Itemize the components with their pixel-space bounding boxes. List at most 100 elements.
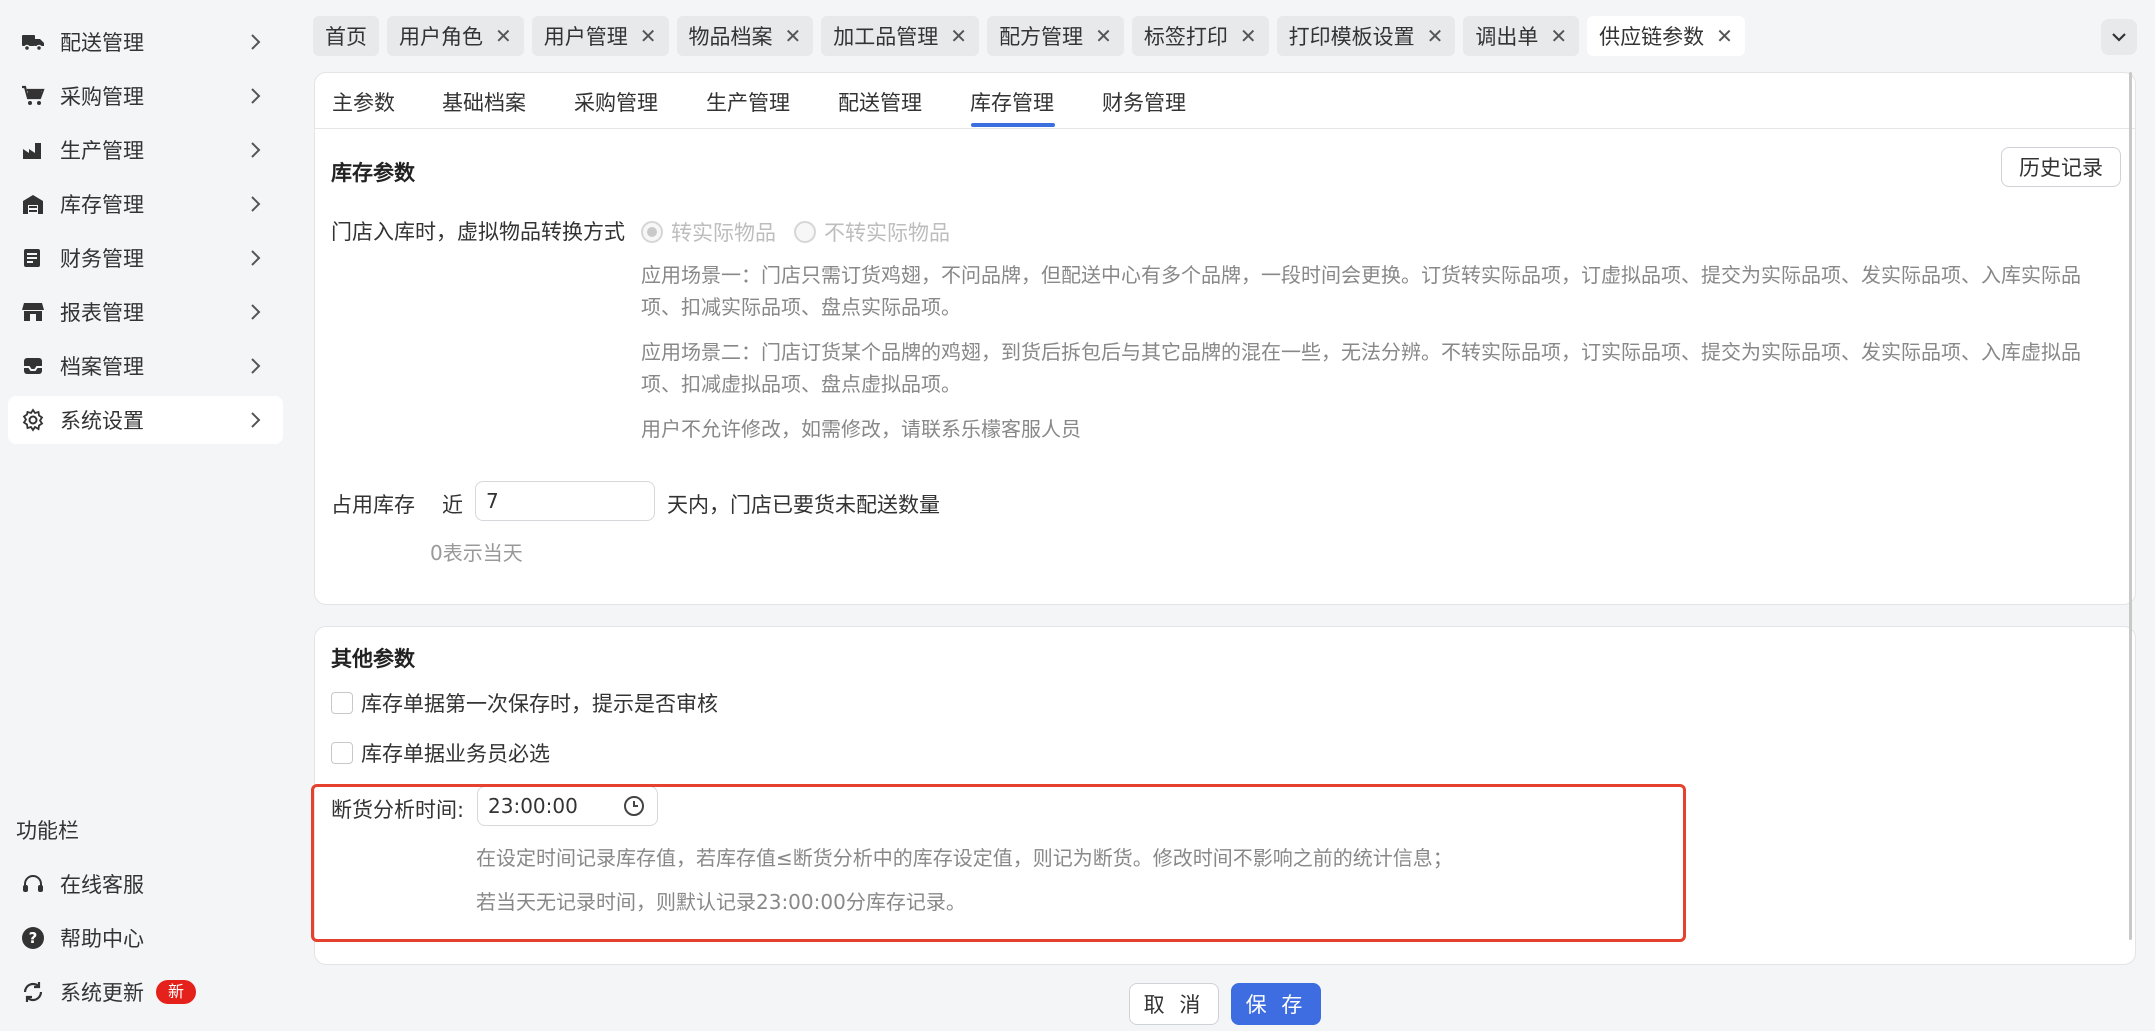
- occupied-stock-label: 占用库存: [331, 493, 415, 517]
- close-icon[interactable]: ✕: [640, 24, 657, 48]
- close-icon[interactable]: ✕: [785, 24, 802, 48]
- tab-supply-chain-params[interactable]: 供应链参数 ✕: [1587, 16, 1745, 56]
- chevron-right-icon: [251, 412, 261, 428]
- chevron-right-icon: [251, 142, 261, 158]
- scrollbar-thumb[interactable]: [2128, 72, 2134, 942]
- close-icon[interactable]: ✕: [1240, 24, 1257, 48]
- tab-label: 用户角色: [399, 25, 483, 49]
- inventory-params-panel: 主参数 基础档案 采购管理 生产管理 配送管理 库存管理 财务管理 库存参数 历…: [314, 72, 2136, 605]
- sidebar-item-label: 财务管理: [60, 247, 144, 271]
- modify-restriction-note: 用户不允许修改，如需修改，请联系乐檬客服人员: [641, 417, 1081, 441]
- close-icon[interactable]: ✕: [495, 24, 512, 48]
- tab-label: 供应链参数: [1599, 25, 1705, 49]
- subtab-basic-archive[interactable]: 基础档案: [442, 87, 526, 127]
- close-icon[interactable]: ✕: [1095, 24, 1112, 48]
- chevron-right-icon: [251, 250, 261, 266]
- subtab-main[interactable]: 主参数: [332, 87, 395, 127]
- radio-no-convert-label: 不转实际物品: [824, 221, 950, 245]
- subtab-production[interactable]: 生产管理: [706, 87, 790, 127]
- sidebar-item-production[interactable]: 生产管理: [8, 126, 283, 174]
- tab-user-management[interactable]: 用户管理 ✕: [531, 16, 669, 56]
- radio-convert-actual-label: 转实际物品: [671, 221, 776, 245]
- chevron-right-icon: [251, 34, 261, 50]
- headset-icon: [20, 871, 46, 897]
- sidebar-item-inventory[interactable]: 库存管理: [8, 180, 283, 228]
- subtab-delivery[interactable]: 配送管理: [838, 87, 922, 127]
- salesman-required-checkbox-row[interactable]: 库存单据业务员必选: [331, 738, 550, 768]
- chevron-right-icon: [251, 358, 261, 374]
- confirm-review-checkbox[interactable]: [331, 692, 353, 714]
- refresh-icon: [20, 979, 46, 1005]
- close-icon[interactable]: ✕: [1427, 24, 1444, 48]
- online-service-label: 在线客服: [60, 873, 144, 897]
- system-update-label: 系统更新: [60, 981, 144, 1005]
- help-center-label: 帮助中心: [60, 927, 144, 951]
- help-center-link[interactable]: ? 帮助中心: [8, 914, 283, 962]
- radio-no-convert[interactable]: [794, 221, 816, 243]
- sidebar-item-label: 档案管理: [60, 355, 144, 379]
- convert-mode-radio-group: 转实际物品 不转实际物品: [641, 217, 950, 247]
- scrollbar[interactable]: [2128, 72, 2134, 942]
- close-icon[interactable]: ✕: [1550, 24, 1567, 48]
- tab-label: 配方管理: [999, 25, 1084, 49]
- radio-convert-actual[interactable]: [641, 221, 663, 243]
- sidebar-item-delivery[interactable]: 配送管理: [8, 18, 283, 66]
- system-update-link[interactable]: 系统更新 新: [8, 968, 283, 1016]
- tab-label-print[interactable]: 标签打印 ✕: [1131, 16, 1269, 56]
- tab-item-archive[interactable]: 物品档案 ✕: [676, 16, 814, 56]
- sidebar-item-label: 配送管理: [60, 31, 144, 55]
- tab-recipe-management[interactable]: 配方管理 ✕: [987, 16, 1124, 56]
- tab-transfer-out[interactable]: 调出单 ✕: [1463, 16, 1580, 56]
- function-bar-title: 功能栏: [16, 819, 79, 843]
- sidebar-item-label: 系统设置: [60, 409, 144, 433]
- page-tabs: 首页 用户角色 ✕ 用户管理 ✕ 物品档案 ✕ 加工品管理 ✕ 配方管理 ✕ 标签打印 ✕ …: [313, 16, 1745, 56]
- section-title-inventory: 库存参数: [331, 161, 415, 185]
- tab-label: 首页: [325, 25, 367, 49]
- sidebar-item-label: 报表管理: [60, 301, 144, 325]
- close-icon[interactable]: ✕: [1716, 24, 1733, 48]
- save-button[interactable]: 保 存: [1231, 983, 1321, 1025]
- confirm-review-label: 库存单据第一次保存时，提示是否审核: [361, 692, 718, 716]
- tab-home[interactable]: 首页: [313, 16, 379, 56]
- inbox-icon: [20, 353, 46, 379]
- tab-label: 物品档案: [688, 25, 773, 49]
- salesman-required-checkbox[interactable]: [331, 742, 353, 764]
- tab-print-template[interactable]: 打印模板设置 ✕: [1276, 16, 1456, 56]
- occupied-stock-suffix: 天内，门店已要货未配送数量: [667, 493, 940, 517]
- subtab-inventory[interactable]: 库存管理: [970, 87, 1054, 127]
- gear-icon: [20, 407, 46, 433]
- factory-icon: [20, 137, 46, 163]
- sidebar-item-archive[interactable]: 档案管理: [8, 342, 283, 390]
- sidebar-item-purchase[interactable]: 采购管理: [8, 72, 283, 120]
- chevron-right-icon: [251, 88, 261, 104]
- truck-icon: [20, 29, 46, 55]
- history-button[interactable]: 历史记录: [2001, 147, 2121, 187]
- online-service-link[interactable]: 在线客服: [8, 860, 283, 908]
- sidebar-item-finance[interactable]: 财务管理: [8, 234, 283, 282]
- tab-label: 标签打印: [1143, 25, 1228, 49]
- subtab-finance[interactable]: 财务管理: [1102, 87, 1186, 127]
- subtab-purchase[interactable]: 采购管理: [574, 87, 658, 127]
- cancel-button[interactable]: 取 消: [1129, 983, 1219, 1025]
- sidebar-item-label: 生产管理: [60, 139, 144, 163]
- tabs-dropdown-button[interactable]: [2101, 19, 2137, 55]
- tab-label: 打印模板设置: [1288, 25, 1415, 49]
- sidebar-item-report[interactable]: 报表管理: [8, 288, 283, 336]
- warehouse-icon: [20, 191, 46, 217]
- occupied-days-hint: 0表示当天: [430, 541, 523, 565]
- tab-processed-goods[interactable]: 加工品管理 ✕: [821, 16, 980, 56]
- sidebar-item-settings[interactable]: 系统设置: [8, 396, 283, 444]
- chevron-right-icon: [251, 196, 261, 212]
- occupied-days-input[interactable]: [486, 489, 654, 513]
- chevron-right-icon: [251, 304, 261, 320]
- highlight-annotation: [311, 784, 1686, 942]
- svg-text:?: ?: [29, 929, 38, 947]
- tab-label: 用户管理: [543, 25, 628, 49]
- sub-tabs: 主参数 基础档案 采购管理 生产管理 配送管理 库存管理 财务管理: [315, 73, 2135, 129]
- close-icon[interactable]: ✕: [950, 24, 967, 48]
- sidebar: 配送管理 采购管理 生产管理 库存管理 财务管理 报表管理 档案管理 系统设置 …: [0, 0, 295, 1031]
- occupied-stock-prefix: 近: [442, 493, 463, 517]
- confirm-review-checkbox-row[interactable]: 库存单据第一次保存时，提示是否审核: [331, 688, 718, 718]
- tab-user-roles[interactable]: 用户角色 ✕: [387, 16, 524, 56]
- active-tab-indicator: [971, 123, 1055, 127]
